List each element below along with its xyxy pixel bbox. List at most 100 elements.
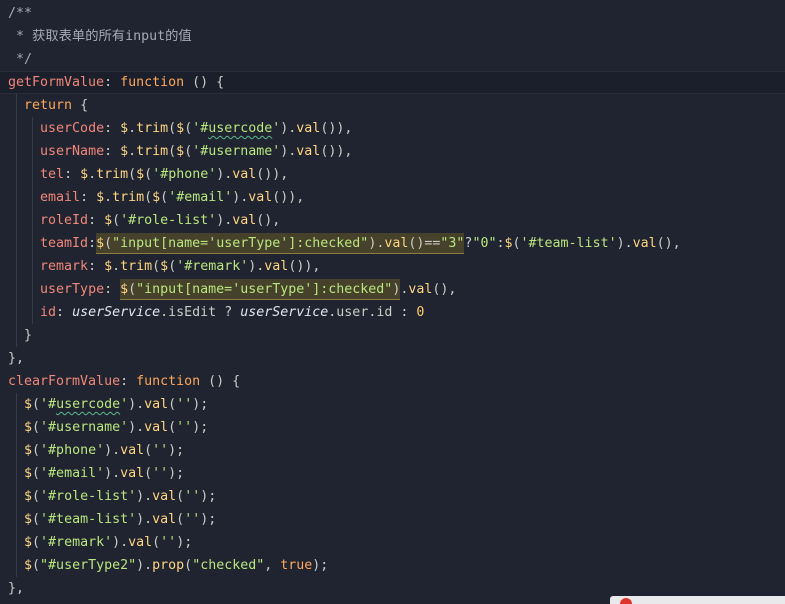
code-line[interactable]: $('#remark').val(''); [0,531,785,554]
punctuation: : [496,236,505,251]
function-name: val [152,489,177,504]
punctuation: ()), [272,190,305,205]
code-line[interactable]: userCode: $.trim($('#usercode').val()), [0,117,785,140]
punctuation: : [120,374,137,389]
property-name: userType [40,282,105,297]
punctuation: ( [112,213,121,228]
string-literal: '#username' [192,144,281,159]
punctuation: : [88,213,105,228]
function-name: $ [160,259,169,274]
code-line[interactable]: $("#userType2").prop("checked", true); [0,554,785,577]
code-line[interactable]: roleId: $('#role-list').val(), [0,209,785,232]
notification-toast[interactable] [610,596,785,604]
comment-token: * 获取表单的所有input的值 [8,29,192,44]
punctuation: () { [200,374,241,389]
string-literal: '# [192,121,209,136]
current-code-line[interactable]: getFormValue: function () { [0,71,785,94]
punctuation: : [104,75,121,90]
punctuation: ? [464,236,473,251]
indent-guide [16,462,17,485]
code-line[interactable]: $('#team-list').val(''); [0,508,785,531]
punctuation: ). [136,489,153,504]
function-name: $ [176,121,185,136]
indent-guide [16,485,17,508]
punctuation: ). [104,443,121,458]
punctuation: ) [392,278,401,301]
punctuation: ( [184,558,193,573]
function-name: $ [176,144,185,159]
string-literal: '#role-list' [40,489,137,504]
punctuation: . [400,282,409,297]
property-name: userCode [40,121,105,136]
code-line[interactable]: */ [0,48,785,71]
punctuation: ( [104,232,113,255]
property-name: remark [40,259,89,274]
punctuation: ( [32,489,41,504]
code-line[interactable]: id: userService.isEdit ? userService.use… [0,301,785,324]
code-line[interactable]: userName: $.trim($('#username').val()), [0,140,785,163]
indent-guide [16,209,17,232]
string-literal: '' [176,420,193,435]
function-name: val [632,236,657,251]
function-name: val [120,443,145,458]
punctuation: { [72,98,89,113]
string-literal: "#userType2" [40,558,137,573]
punctuation: . [128,144,137,159]
punctuation: (), [656,236,681,251]
string-literal: '' [184,512,201,527]
code-line[interactable]: $('#phone').val(''); [0,439,785,462]
function-name: val [144,420,169,435]
code-line[interactable]: remark: $.trim($('#remark').val()), [0,255,785,278]
indent-guide [16,439,17,462]
punctuation: } [8,328,33,343]
punctuation: (), [432,282,457,297]
code-line[interactable]: $('#email').val(''); [0,462,785,485]
string-literal: '' [160,535,177,550]
code-line[interactable]: * 获取表单的所有input的值 [0,25,785,48]
string-literal: '#email' [40,466,105,481]
punctuation: (), [256,213,281,228]
indent-guide [32,186,33,209]
code-line[interactable]: email: $.trim($('#email').val()), [0,186,785,209]
code-line[interactable]: userType: $("input[name='userType']:chec… [0,278,785,301]
comment-token: */ [8,52,33,67]
function-name: $ [24,443,33,458]
punctuation: ). [216,213,233,228]
indent-guide [32,278,33,301]
punctuation: ); [192,397,209,412]
function-name: $ [96,190,105,205]
code-line[interactable]: return { [0,94,785,117]
punctuation: : [80,190,97,205]
string-literal: '#username' [40,420,129,435]
string-literal: '#remark' [176,259,249,274]
code-line[interactable]: }, [0,347,785,370]
punctuation: : [104,121,121,136]
code-line[interactable]: teamId:$("input[name='userType']:checked… [0,232,785,255]
code-editor[interactable]: /** * 获取表单的所有input的值 */ getFormValue: fun… [0,0,785,604]
punctuation [8,232,40,255]
string-literal: '#phone' [40,443,105,458]
code-line[interactable]: tel: $.trim($('#phone').val()), [0,163,785,186]
comment-token: /** [8,6,33,21]
string-literal: '' [152,466,169,481]
punctuation: ). [216,167,233,182]
punctuation: ( [144,466,153,481]
punctuation: ); [200,512,217,527]
code-line[interactable]: $('#usercode').val(''); [0,393,785,416]
code-line[interactable]: $('#username').val(''); [0,416,785,439]
code-line[interactable]: $('#role-list').val(''); [0,485,785,508]
punctuation [8,209,40,232]
function-name: trim [136,144,169,159]
function-name: val [128,535,153,550]
member-name: id [376,305,393,320]
code-line[interactable]: clearFormValue: function () { [0,370,785,393]
variable-name: userService [72,305,161,320]
punctuation: ( [184,121,193,136]
function-name: val [264,259,289,274]
function-name: $ [136,167,145,182]
code-line[interactable]: /** [0,2,785,25]
punctuation: ); [312,558,329,573]
code-line[interactable]: } [0,324,785,347]
indent-guide [16,117,17,140]
punctuation: . [368,305,377,320]
